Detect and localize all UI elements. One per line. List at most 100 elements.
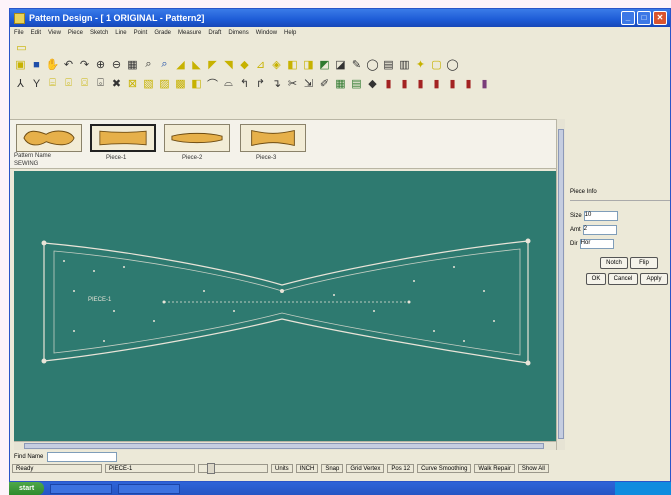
tool-am-icon[interactable]: ◆	[365, 76, 380, 91]
show-all-toggle[interactable]: Show All	[517, 464, 549, 473]
find-input[interactable]	[47, 451, 118, 462]
tool-w-icon[interactable]: ⌺	[93, 76, 108, 91]
tool-k-icon[interactable]: ◪	[333, 57, 348, 72]
tool-ai-icon[interactable]: ⇲	[301, 76, 316, 91]
zoom-slider-thumb[interactable]	[207, 463, 215, 474]
title-bar[interactable]: Pattern Design - [ 1 ORIGINAL - Pattern2…	[10, 9, 670, 27]
maximize-button[interactable]: □	[637, 11, 651, 25]
tool-r-icon[interactable]: ⅄	[13, 76, 28, 91]
tool-j-icon[interactable]: ◩	[317, 57, 332, 72]
zoom-in-icon[interactable]: ⊕	[93, 57, 108, 72]
tool-t-icon[interactable]: ⌸	[45, 76, 60, 91]
tool-ab-icon[interactable]: ◧	[189, 76, 204, 91]
tool-af-icon[interactable]: ↱	[253, 76, 268, 91]
menu-window[interactable]: Window	[256, 30, 277, 36]
tool-q-icon[interactable]: ◯	[445, 57, 460, 72]
cancel-button[interactable]: Cancel	[608, 273, 638, 285]
tool-y-icon[interactable]: ▧	[141, 76, 156, 91]
tool-at-icon[interactable]: ▮	[477, 76, 492, 91]
tool-l-icon[interactable]: ✎	[349, 57, 364, 72]
curve-smoothing-toggle[interactable]: Curve Smoothing	[417, 464, 472, 473]
zoom-out-icon[interactable]: ⊖	[109, 57, 124, 72]
menu-help[interactable]: Help	[284, 30, 296, 36]
start-button[interactable]: start	[9, 482, 45, 495]
tool-h-icon[interactable]: ◧	[285, 57, 300, 72]
layers-icon[interactable]: ▭	[14, 40, 29, 55]
delete-icon[interactable]: ✖	[109, 76, 124, 91]
tool-an-icon[interactable]: ▮	[381, 76, 396, 91]
save-icon[interactable]: ■	[29, 57, 44, 72]
minimize-button[interactable]: _	[621, 11, 635, 25]
tool-ao-icon[interactable]: ▮	[397, 76, 412, 91]
drawing-canvas[interactable]: PIECE-1	[14, 171, 556, 441]
tool-m-icon[interactable]: ▤	[381, 57, 396, 72]
zoom-slider[interactable]	[198, 463, 268, 474]
menu-line[interactable]: Line	[115, 30, 126, 36]
hand-icon[interactable]: ✋	[45, 57, 60, 72]
tool-z-icon[interactable]: ▨	[157, 76, 172, 91]
tool-ar-icon[interactable]: ▮	[445, 76, 460, 91]
menu-point[interactable]: Point	[134, 30, 148, 36]
walk-repair-toggle[interactable]: Walk Repair	[474, 464, 515, 473]
open-folder-icon[interactable]: ▣	[13, 57, 28, 72]
tool-d-icon[interactable]: ◥	[221, 57, 236, 72]
tool-aq-icon[interactable]: ▮	[429, 76, 444, 91]
tool-p-icon[interactable]: ▢	[429, 57, 444, 72]
status-grid[interactable]: Grid Vertex	[346, 464, 385, 473]
piece-thumb-1[interactable]	[90, 124, 156, 152]
v-scroll-thumb[interactable]	[558, 129, 564, 439]
tool-u-icon[interactable]: ⌻	[61, 76, 76, 91]
notch-button[interactable]: Notch	[600, 257, 628, 269]
tool-f-icon[interactable]: ⊿	[253, 57, 268, 72]
piece-thumb-2[interactable]	[164, 124, 230, 152]
circle-icon[interactable]: ◯	[365, 57, 380, 72]
taskbar-item-pattern-design[interactable]	[118, 483, 181, 494]
tool-aa-icon[interactable]: ▩	[173, 76, 188, 91]
tool-c-icon[interactable]: ◤	[205, 57, 220, 72]
amount-field[interactable]: 2	[582, 225, 617, 235]
tool-v-icon[interactable]: ⌼	[77, 76, 92, 91]
menu-measure[interactable]: Measure	[178, 30, 201, 36]
h-scroll-thumb[interactable]	[24, 443, 544, 449]
grid-icon[interactable]: ▦	[125, 57, 140, 72]
size-field[interactable]: 10	[583, 211, 618, 221]
tool-x-icon[interactable]: ⊠	[125, 76, 140, 91]
menu-edit[interactable]: Edit	[31, 30, 41, 36]
tool-g-icon[interactable]: ◈	[269, 57, 284, 72]
ok-button[interactable]: OK	[586, 273, 606, 285]
menu-grade[interactable]: Grade	[154, 30, 171, 36]
tool-ac-icon[interactable]: ⌒	[205, 76, 220, 91]
flip-button[interactable]: Flip	[630, 257, 658, 269]
menu-sketch[interactable]: Sketch	[90, 30, 108, 36]
tool-as-icon[interactable]: ▮	[461, 76, 476, 91]
tool-e-icon[interactable]: ◆	[237, 57, 252, 72]
tool-i-icon[interactable]: ◨	[301, 57, 316, 72]
tool-aj-icon[interactable]: ✐	[317, 76, 332, 91]
tool-ad-icon[interactable]: ⌓	[221, 76, 236, 91]
apply-button[interactable]: Apply	[640, 273, 668, 285]
tool-ak-icon[interactable]: ▦	[333, 76, 348, 91]
tool-ag-icon[interactable]: ↴	[269, 76, 284, 91]
zoom-window-icon[interactable]: ⌕	[141, 57, 156, 72]
direction-field[interactable]: Hor	[579, 239, 614, 249]
tool-o-icon[interactable]: ✦	[413, 57, 428, 72]
menu-view[interactable]: View	[48, 30, 61, 36]
menu-piece[interactable]: Piece	[68, 30, 83, 36]
tool-ae-icon[interactable]: ↰	[237, 76, 252, 91]
status-snap[interactable]: Snap	[321, 464, 344, 473]
zoom-fit-icon[interactable]: ⌕	[157, 57, 172, 72]
redo-icon[interactable]: ↷	[77, 57, 92, 72]
tool-a-icon[interactable]: ◢	[173, 57, 188, 72]
piece-thumb-pattern[interactable]	[16, 124, 82, 152]
taskbar-item-documents[interactable]	[50, 483, 113, 494]
tool-b-icon[interactable]: ◣	[189, 57, 204, 72]
tool-ap-icon[interactable]: ▮	[413, 76, 428, 91]
tool-ah-icon[interactable]: ✂	[285, 76, 300, 91]
menu-dimens[interactable]: Dimens	[228, 30, 248, 36]
tool-s-icon[interactable]: Y	[29, 76, 44, 91]
close-button[interactable]: ✕	[653, 11, 667, 25]
menu-file[interactable]: File	[14, 30, 24, 36]
horizontal-scrollbar[interactable]	[14, 441, 556, 450]
vertical-scrollbar[interactable]	[556, 119, 565, 450]
piece-thumb-3[interactable]	[240, 124, 306, 152]
